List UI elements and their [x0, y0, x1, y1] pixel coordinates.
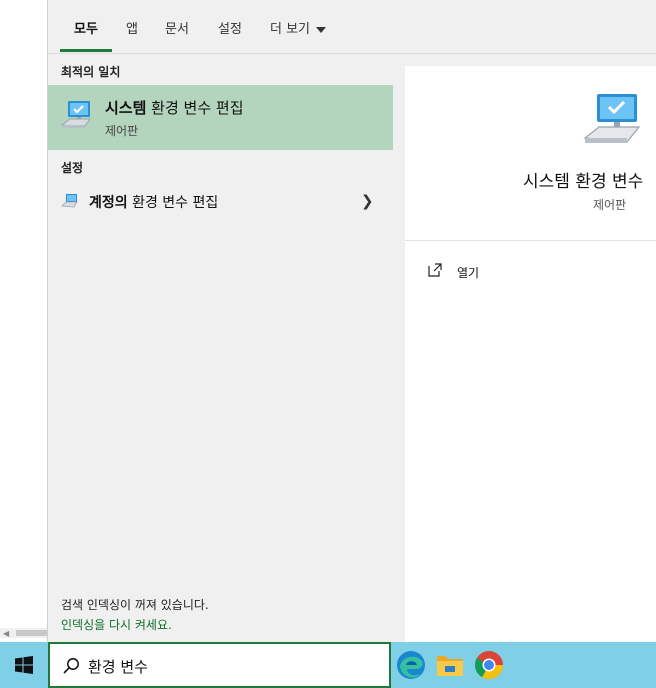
windows-start-icon[interactable] — [14, 655, 34, 675]
scrollbar-thumb[interactable] — [16, 630, 48, 636]
file-explorer-icon[interactable] — [434, 649, 466, 681]
tab-more[interactable]: 더 보기 — [270, 18, 327, 37]
edge-icon[interactable] — [395, 649, 427, 681]
system-computer-icon — [60, 99, 94, 133]
best-match-title: 시스템 환경 변수 편집 — [105, 97, 244, 118]
tab-settings[interactable]: 설정 — [218, 18, 242, 37]
background-scrollbar[interactable]: ◀ — [0, 628, 48, 638]
best-match-subtitle: 제어판 — [105, 124, 139, 138]
index-notice: 검색 인덱싱이 꺼져 있습니다. 인덱싱을 다시 켜세요. — [61, 595, 209, 635]
search-tabs: 모두 앱 문서 설정 더 보기 — [48, 0, 656, 54]
scroll-left-arrow-icon[interactable]: ◀ — [3, 629, 9, 638]
results-list: 최적의 일치 시스템 환경 변수 편집 제어판 설정 계정의 환경 변수 편집 … — [48, 55, 393, 642]
best-match-title-bold: 시스템 — [105, 99, 147, 117]
active-tab-indicator — [60, 49, 112, 52]
tab-all[interactable]: 모두 — [74, 18, 98, 37]
index-notice-message: 검색 인덱싱이 꺼져 있습니다. — [61, 598, 209, 612]
preview-subtitle: 제어판 — [593, 198, 627, 212]
setting-item-label-rest: 환경 변수 편집 — [127, 195, 219, 211]
enable-indexing-link[interactable]: 인덱싱을 다시 켜세요. — [61, 615, 209, 635]
preview-header: 시스템 환경 변수 제어판 — [405, 66, 656, 241]
chrome-icon[interactable] — [473, 649, 505, 681]
settings-heading: 설정 — [61, 161, 84, 175]
system-computer-icon — [583, 90, 643, 150]
open-external-icon — [427, 262, 443, 278]
best-match-heading: 최적의 일치 — [61, 65, 121, 79]
search-panel: 모두 앱 문서 설정 더 보기 최적의 일치 시스템 환경 변수 편집 제어판 … — [47, 0, 656, 642]
open-action-label: 열기 — [457, 266, 480, 280]
taskbar-search-box[interactable] — [48, 642, 391, 688]
preview-pane: 시스템 환경 변수 제어판 열기 — [405, 66, 656, 642]
chevron-right-icon: ❯ — [361, 192, 374, 210]
setting-item-label: 계정의 환경 변수 편집 — [89, 192, 218, 212]
tab-documents[interactable]: 문서 — [165, 18, 189, 37]
open-action[interactable]: 열기 — [427, 262, 547, 284]
tab-more-label: 더 보기 — [270, 22, 311, 37]
system-computer-icon — [61, 193, 79, 209]
setting-item-label-bold: 계정의 — [89, 195, 128, 211]
search-input[interactable] — [88, 654, 378, 678]
preview-title: 시스템 환경 변수 — [523, 172, 644, 192]
tab-apps[interactable]: 앱 — [126, 18, 138, 37]
best-match-item[interactable]: 시스템 환경 변수 편집 제어판 — [48, 85, 393, 150]
caret-down-icon — [316, 26, 327, 33]
taskbar — [0, 642, 656, 688]
search-icon — [62, 657, 80, 675]
setting-item-account-env[interactable]: 계정의 환경 변수 편집 ❯ — [48, 184, 393, 218]
best-match-title-rest: 환경 변수 편집 — [146, 99, 244, 117]
